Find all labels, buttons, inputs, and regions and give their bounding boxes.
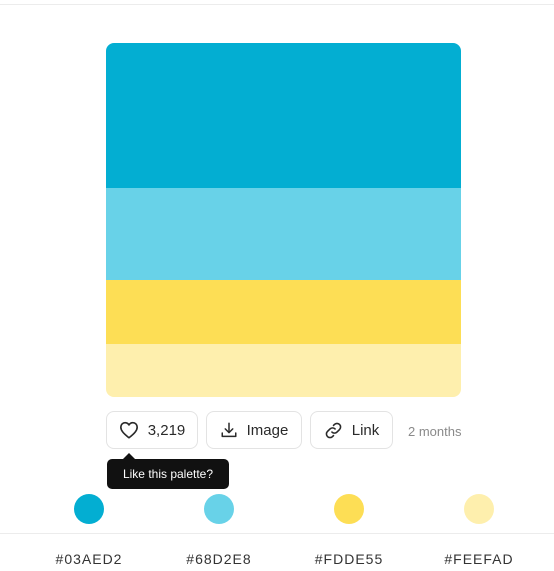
like-tooltip: Like this palette? [107,459,229,489]
hex-code-3[interactable]: #FDDE55 [284,551,414,567]
palette-stripe-1[interactable] [106,43,461,188]
image-button-label: Image [246,421,289,439]
palette-age: 2 months [408,424,462,439]
link-button-label: Link [351,421,380,439]
top-divider [0,4,554,5]
hex-code-2[interactable]: #68D2E8 [154,551,284,567]
palette-page: 3,219 Image Link 2 months Like this pale… [0,0,554,571]
heart-icon [119,421,139,439]
palette-card[interactable] [106,43,461,397]
palette-stripe-2[interactable] [106,188,461,280]
download-icon [220,421,238,439]
like-button[interactable]: 3,219 [106,411,198,449]
copy-link-button[interactable]: Link [310,411,393,449]
color-swatch-1[interactable] [74,494,104,524]
color-swatch-4[interactable] [464,494,494,524]
bottom-divider [0,533,554,534]
like-count: 3,219 [147,421,186,439]
palette-stripe-4[interactable] [106,344,461,397]
link-icon [324,421,343,440]
color-swatch-2[interactable] [204,494,234,524]
color-swatch-3[interactable] [334,494,364,524]
hex-code-1[interactable]: #03AED2 [24,551,154,567]
hex-code-4[interactable]: #FEEFAD [414,551,544,567]
palette-stripe-3[interactable] [106,280,461,344]
image-download-button[interactable]: Image [206,411,302,449]
